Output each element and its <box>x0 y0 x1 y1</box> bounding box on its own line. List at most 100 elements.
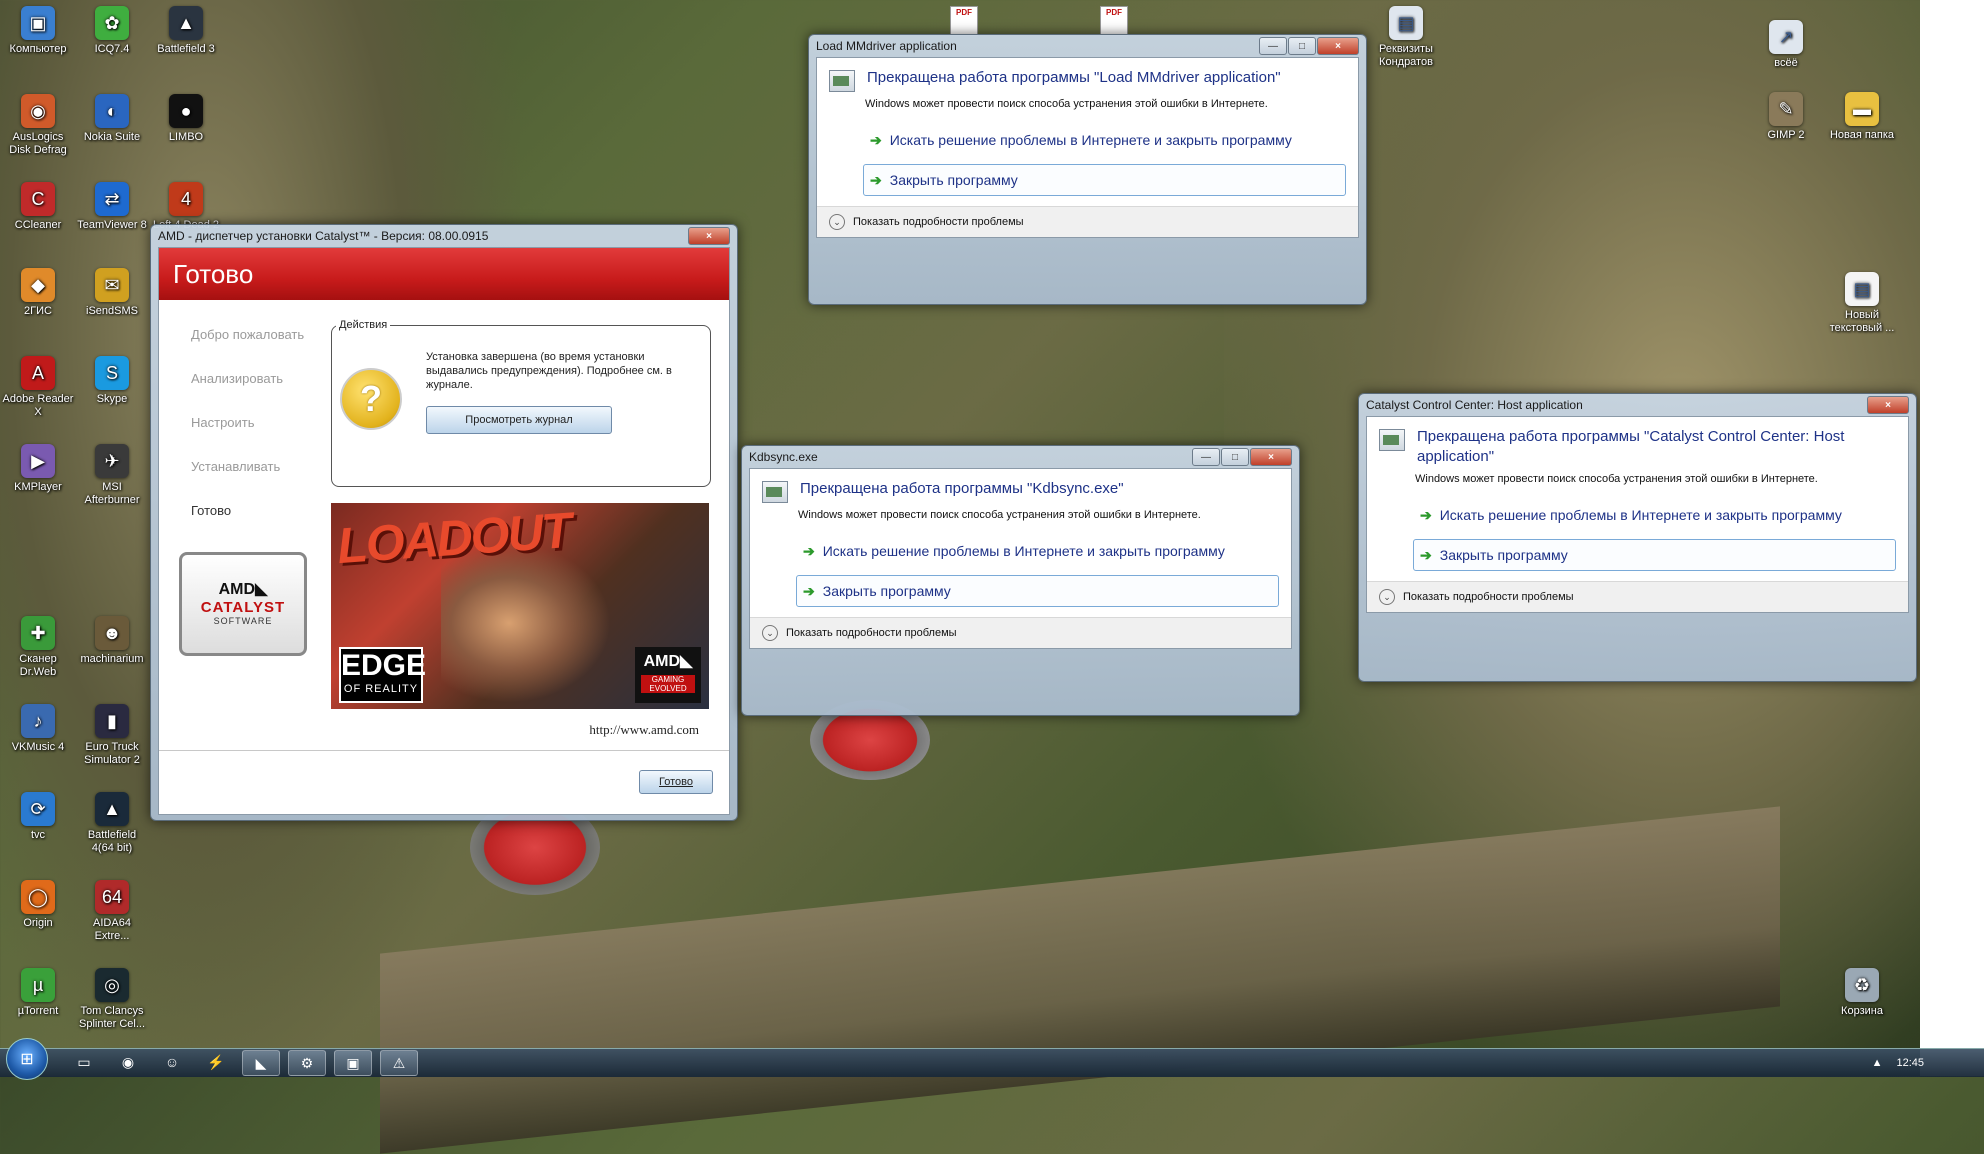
error-description: Windows может провести поиск способа уст… <box>798 509 1201 521</box>
shortcut-label: Nokia Suite <box>83 131 141 143</box>
option-label: Искать решение проблемы в Интернете и за… <box>822 543 1225 559</box>
desktop-right-shortcut-5[interactable]: ♻ Корзина <box>1826 968 1898 1018</box>
desktop-left-shortcut-20[interactable]: ▲ Battlefield 4(64 bit) <box>76 792 148 855</box>
chrome-icon[interactable]: ◉ <box>110 1050 146 1074</box>
folder-icon: ▬ <box>1845 92 1879 126</box>
close-program-option[interactable]: ➔ Закрыть программу <box>863 164 1346 196</box>
desktop-right-shortcut-0[interactable]: ▤ Реквизиты Кондратов <box>1370 6 1442 69</box>
maximize-button[interactable]: □ <box>1221 448 1249 466</box>
shortcut-label: tvc <box>30 829 46 841</box>
maximize-button[interactable]: □ <box>1288 37 1316 55</box>
desktop-left-shortcut-17[interactable]: ♪ VKMusic 4 <box>2 704 74 754</box>
desktop-left-shortcut-9[interactable]: ◆ 2ГИС <box>2 268 74 318</box>
shortcut-label: Euro Truck Simulator 2 <box>84 741 140 766</box>
desktop-left-shortcut-4[interactable]: ◐ Nokia Suite <box>76 94 148 144</box>
skype-taskbar-icon[interactable]: ☺ <box>154 1050 190 1074</box>
chevron-down-icon: ⌄ <box>829 214 845 230</box>
desktop-left-shortcut-16[interactable]: ☻ machinarium <box>76 616 148 666</box>
amd-taskbar-icon[interactable]: ◣ <box>242 1050 280 1076</box>
desktop-left-shortcut-3[interactable]: ◉ AusLogics Disk Defrag <box>2 94 74 157</box>
amd-window-titlebar[interactable]: AMD - диспетчер установки Catalyst™ - Ве… <box>158 225 730 247</box>
clock[interactable]: 12:45 <box>1896 1057 1924 1069</box>
view-log-button[interactable]: Просмотреть журнал <box>426 406 612 434</box>
maximize-icon: □ <box>1231 451 1239 463</box>
search-solution-option[interactable]: ➔ Искать решение проблемы в Интернете и з… <box>863 124 1346 156</box>
desktop-right-shortcut-2[interactable]: ✎ GIMP 2 <box>1750 92 1822 142</box>
taskbar-items: ▭ ◉ ☺ ⚡ ◣ ⚙ ▣ ⚠ <box>58 1050 418 1076</box>
loadout-banner[interactable]: LOADOUT EDGE OF REALITY AMD◣ GAMING EVOL… <box>331 503 709 709</box>
close-icon: × <box>706 230 712 242</box>
shortcut-label: 2ГИС <box>24 305 52 317</box>
splinter-cell-icon: ◎ <box>95 968 129 1002</box>
show-details-toggle[interactable]: ⌄ Показать подробности проблемы <box>750 617 1291 648</box>
error-description: Windows может провести поиск способа уст… <box>1415 473 1818 485</box>
shortcut-label: Компьютер <box>9 43 67 55</box>
desktop-left-shortcut-22[interactable]: 64 AIDA64 Extre... <box>76 880 148 943</box>
show-details-toggle[interactable]: ⌄ Показать подробности проблемы <box>817 206 1358 237</box>
desktop-left-shortcut-0[interactable]: ▣ Компьютер <box>2 6 74 56</box>
minimize-button[interactable]: — <box>1192 448 1220 466</box>
recycle-bin-icon: ♻ <box>1845 968 1879 1002</box>
desktop-left-shortcut-6[interactable]: C CCleaner <box>2 182 74 232</box>
search-solution-option[interactable]: ➔ Искать решение проблемы в Интернете и з… <box>1413 499 1896 531</box>
banner-characters <box>441 543 611 703</box>
desktop-left-shortcut-5[interactable]: ● LIMBO <box>150 94 222 144</box>
desktop-left-shortcut-7[interactable]: ⇄ TeamViewer 8 <box>76 182 148 232</box>
show-hidden-icons-icon[interactable]: ▲ <box>1872 1057 1883 1069</box>
desktop-left-shortcut-24[interactable]: ◎ Tom Clancys Splinter Cel... <box>76 968 148 1031</box>
shortcut-label: LIMBO <box>168 131 204 143</box>
start-button[interactable]: ⊞ <box>6 1038 48 1080</box>
desktop-left-shortcut-11[interactable]: A Adobe Reader X <box>2 356 74 419</box>
amd-link[interactable]: http://www.amd.com <box>589 722 699 738</box>
desktop-left-shortcut-1[interactable]: ✿ ICQ7.4 <box>76 6 148 56</box>
close-button[interactable]: × <box>1867 396 1909 414</box>
search-solution-option[interactable]: ➔ Искать решение проблемы в Интернете и з… <box>796 535 1279 567</box>
installer-taskbar-icon[interactable]: ⚙ <box>288 1050 326 1076</box>
footer-divider <box>159 750 729 751</box>
minimize-button[interactable]: — <box>1259 37 1287 55</box>
desktop-left-shortcut-15[interactable]: ✚ Сканер Dr.Web <box>2 616 74 679</box>
amd-gaming-evolved-logo: AMD◣ GAMING EVOLVED <box>635 647 701 703</box>
logo-amd: AMD◣ <box>218 581 268 598</box>
dialog-titlebar[interactable]: Load MMdriver application — □ × <box>816 35 1359 57</box>
close-program-option[interactable]: ➔ Закрыть программу <box>1413 539 1896 571</box>
close-program-option[interactable]: ➔ Закрыть программу <box>796 575 1279 607</box>
error-taskbar-icon[interactable]: ⚠ <box>380 1050 418 1076</box>
close-button[interactable]: × <box>688 227 730 245</box>
pdf-label: PDF <box>1106 8 1122 17</box>
desktop-left-shortcut-14[interactable]: ✈ MSI Afterburner <box>76 444 148 507</box>
origin-icon: ◯ <box>21 880 55 914</box>
pdf-shortcut-icon[interactable]: PDF <box>950 6 978 36</box>
desktop-left-shortcut-18[interactable]: ▮ Euro Truck Simulator 2 <box>76 704 148 767</box>
arrow-icon: ➔ <box>870 172 882 188</box>
desktop-left-shortcut-12[interactable]: S Skype <box>76 356 148 406</box>
tools-icon[interactable]: ⚡ <box>198 1050 234 1074</box>
desktop-right-shortcut-3[interactable]: ▬ Новая папка <box>1826 92 1898 142</box>
shortcut-label: Корзина <box>1841 1005 1883 1017</box>
desktop-right-shortcut-4[interactable]: ▤ Новый текстовый ... <box>1826 272 1898 335</box>
desktop-left-shortcut-19[interactable]: ⟳ tvc <box>2 792 74 842</box>
desktop-left-shortcut-10[interactable]: ✉ iSendSMS <box>76 268 148 318</box>
dialog-title: Catalyst Control Center: Host applicatio… <box>1366 398 1583 412</box>
desktop-left-shortcut-21[interactable]: ◯ Origin <box>2 880 74 930</box>
shortcut-label: Skype <box>96 393 128 405</box>
explorer-icon[interactable]: ▭ <box>66 1050 102 1074</box>
dialog-body: Прекращена работа программы "Load MMdriv… <box>816 57 1359 238</box>
close-button[interactable]: × <box>1250 448 1292 466</box>
show-details-toggle[interactable]: ⌄ Показать подробности проблемы <box>1367 581 1908 612</box>
pdf-shortcut-icon-2[interactable]: PDF <box>1100 6 1128 36</box>
dialog-titlebar[interactable]: Kdbsync.exe — □ × <box>749 446 1292 468</box>
desktop-left-shortcut-13[interactable]: ▶ KMPlayer <box>2 444 74 494</box>
desktop-right-shortcut-1[interactable]: ↗ всёё <box>1750 20 1822 70</box>
details-label: Показать подробности проблемы <box>786 627 957 639</box>
isendsms-icon: ✉ <box>95 268 129 302</box>
dialog-titlebar[interactable]: Catalyst Control Center: Host applicatio… <box>1366 394 1909 416</box>
done-button[interactable]: Готово <box>639 770 713 794</box>
desktop-left-shortcut-2[interactable]: ▲ Battlefield 3 <box>150 6 222 56</box>
arrow-icon: ➔ <box>1420 547 1432 563</box>
app-taskbar-icon[interactable]: ▣ <box>334 1050 372 1076</box>
desktop-left-shortcut-23[interactable]: µ µTorrent <box>2 968 74 1018</box>
close-button[interactable]: × <box>1317 37 1359 55</box>
option-label: Искать решение проблемы в Интернете и за… <box>889 132 1292 148</box>
option-label: Закрыть программу <box>822 583 951 599</box>
